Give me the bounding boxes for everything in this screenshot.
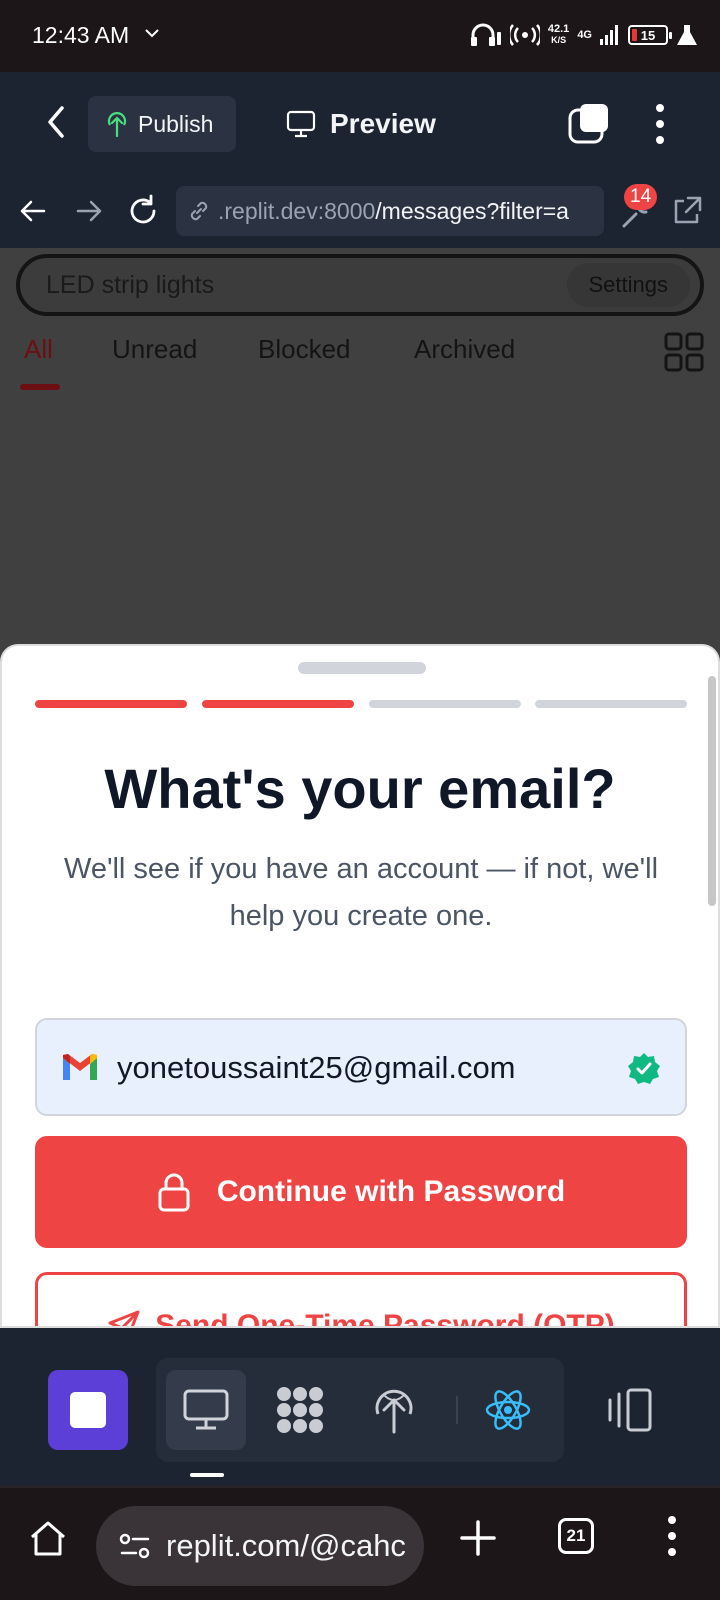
progress-step-3 (369, 700, 521, 708)
status-bar: 12:43 AM 42.1 K/S 4G 15 (0, 0, 720, 72)
external-link-icon[interactable] (668, 192, 706, 230)
arrow-right-icon[interactable] (70, 192, 108, 230)
lock-icon (158, 1173, 190, 1212)
tab-archived[interactable]: Archived (414, 334, 515, 365)
dock-preview-button[interactable] (166, 1370, 246, 1450)
tab-count: 21 (566, 1526, 586, 1545)
replit-toolbar: Publish Preview (0, 72, 720, 174)
network-speed-unit: K/S (551, 35, 567, 45)
send-otp-button[interactable]: Send One-Time Password (OTP) (35, 1272, 687, 1328)
stop-button[interactable] (48, 1370, 128, 1450)
settings-button[interactable]: Settings (566, 263, 690, 307)
status-icons: 42.1 K/S 4G 15 (470, 18, 698, 52)
sheet-title: What's your email? (104, 757, 616, 820)
progress-step-4 (535, 700, 687, 708)
check-icon (145, 29, 159, 38)
browser-url-field[interactable]: replit.com/@cahc (96, 1506, 424, 1586)
back-icon[interactable] (36, 100, 76, 144)
dock-react-button[interactable] (468, 1370, 548, 1450)
browser-menu-icon[interactable] (662, 1512, 682, 1560)
active-tab-indicator (20, 384, 60, 390)
new-tab-icon[interactable] (458, 1518, 498, 1558)
dock-deploy-button[interactable] (354, 1370, 434, 1450)
publish-icon (107, 112, 127, 137)
publish-label: Publish (138, 110, 214, 137)
search-input[interactable]: LED strip lights (46, 271, 214, 300)
extensions-icon (277, 1387, 323, 1433)
email-field[interactable]: yonetoussaint25@gmail.com (35, 1018, 687, 1116)
progress-step-1 (35, 700, 187, 708)
replit-dock (0, 1328, 720, 1486)
verified-check-icon (628, 1053, 660, 1084)
monitor-icon (286, 110, 316, 138)
grid-icon[interactable] (664, 332, 704, 372)
arrow-left-icon[interactable] (14, 192, 52, 230)
url-host: .replit.dev:8000 (218, 197, 376, 224)
tab-blocked[interactable]: Blocked (258, 334, 351, 365)
signal-icon (600, 25, 618, 45)
url-input[interactable]: .replit.dev:8000/messages?filter=a (176, 186, 604, 236)
monitor-icon (183, 1389, 229, 1430)
reload-icon[interactable] (124, 192, 162, 230)
email-bottom-sheet: What's your email? We'll see if you have… (0, 644, 720, 1328)
network-speed-value: 42.1 (547, 23, 570, 35)
react-icon (485, 1390, 531, 1430)
password-button-label: Continue with Password (216, 1175, 566, 1208)
panel-icon[interactable] (606, 1386, 654, 1434)
drag-handle[interactable] (298, 662, 426, 674)
continue-with-password-button[interactable]: Continue with Password (35, 1136, 687, 1248)
network-type: 4G (577, 28, 592, 41)
dock-extensions-button[interactable] (260, 1370, 340, 1450)
tabs-icon[interactable] (568, 102, 612, 146)
progress-step-2 (202, 700, 354, 708)
home-icon[interactable] (28, 1518, 68, 1558)
browser-url-text: replit.com/@cahc (166, 1528, 406, 1563)
preview-url-bar: .replit.dev:8000/messages?filter=a 14 (0, 174, 720, 248)
deploy-icon (375, 1389, 413, 1434)
email-value: yonetoussaint25@gmail.com (117, 1050, 516, 1085)
tab-unread[interactable]: Unread (112, 334, 197, 365)
dock-tools-group (156, 1358, 564, 1462)
headphones-icon (470, 23, 501, 46)
hotspot-icon (509, 24, 540, 46)
notification-badge: 14 (624, 184, 658, 210)
tab-switcher-button[interactable]: 21 (558, 1518, 594, 1554)
stop-icon (70, 1392, 106, 1428)
browser-bottom-bar: replit.com/@cahc 21 (0, 1486, 720, 1600)
network-speed: 42.1 K/S (548, 24, 569, 46)
preview-button[interactable]: Preview (286, 98, 436, 150)
sheet-subtitle: We'll see if you have an account — if no… (63, 853, 659, 932)
battery-level: 15 (640, 27, 656, 43)
dock-active-indicator (190, 1473, 224, 1477)
publish-button[interactable]: Publish (88, 96, 236, 152)
send-icon (108, 1310, 140, 1326)
otp-button-label: Send One-Time Password (OTP) (155, 1309, 615, 1328)
dock-separator (456, 1396, 458, 1424)
gmail-icon (63, 1054, 97, 1080)
url-path: /messages?filter=a (375, 197, 569, 224)
search-bar[interactable]: LED strip lights Settings (16, 254, 704, 316)
flask-icon (677, 25, 697, 45)
more-vertical-icon[interactable] (650, 100, 670, 148)
tab-all[interactable]: All (24, 334, 53, 365)
link-icon (190, 201, 208, 221)
preview-label: Preview (330, 108, 436, 139)
status-time: 12:43 AM (32, 22, 130, 48)
battery-icon: 15 (628, 25, 672, 45)
site-settings-icon (119, 1533, 150, 1559)
